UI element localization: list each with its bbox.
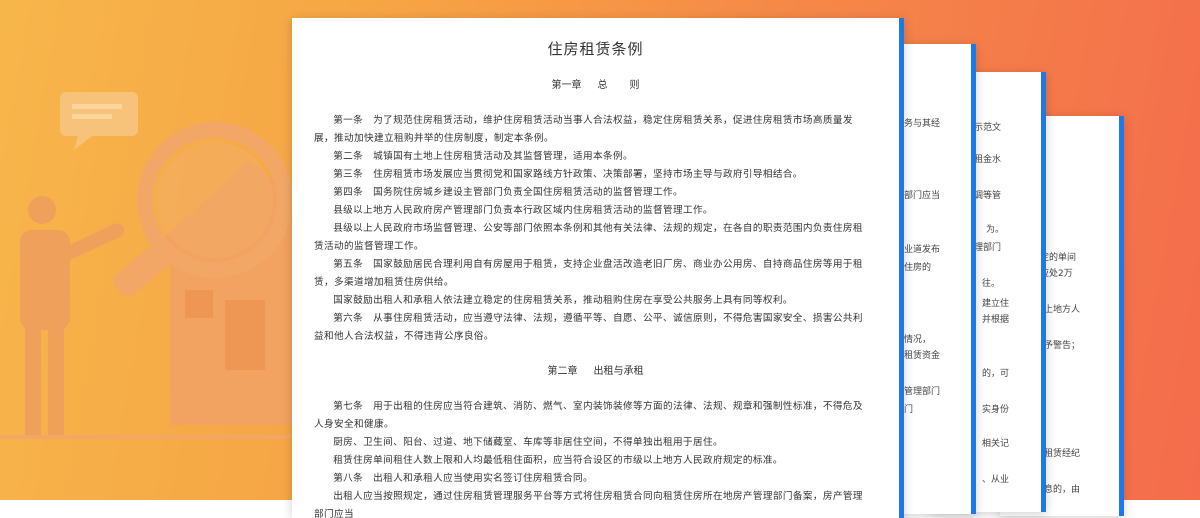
page-fragment: 为。 [986, 225, 1005, 235]
page-edge-accent [899, 18, 904, 518]
page-edge-accent [1041, 72, 1046, 512]
page-fragment: 理部门 [974, 243, 1002, 253]
page-fragment: 租金水 [974, 155, 1002, 165]
article-paragraph: 第四条 国务院住房城乡建设主管部门负责全国住房租赁活动的监督管理工作。 [333, 187, 683, 198]
page-fragment: 示范文 [974, 123, 1002, 133]
chapter-name: 出租与承租 [593, 366, 644, 377]
chapter-name: 则 [629, 80, 640, 91]
page-edge-accent [1119, 116, 1124, 516]
page-fragment: 调等管 [974, 191, 1002, 201]
article-paragraph: 第七条 用于出租的住房应当符合建筑、消防、燃气、室内装饰装修等方面的法律、法规、… [314, 401, 863, 430]
article-paragraph: 第三条 住房租赁市场发展应当贯彻党和国家路线方针政策、决策部署，坚持市场主导与政… [333, 169, 803, 180]
article-paragraph: 第五条 国家鼓励居民合理利用自有房屋用于租赁，支持企业盘活改造老旧厂房、商业办公… [314, 259, 863, 288]
article-paragraph: 国家鼓励出租人和承租人依法建立稳定的住房租赁关系，推动租购住房在享受公共服务上具… [333, 295, 793, 306]
page-fragment: 门 [904, 405, 914, 415]
page-fragment: 情况， [904, 335, 932, 345]
article-paragraph: 租赁住房单间租住人数上限和人均最低租住面积，应当符合设区的市级以上地方人民政府规… [333, 455, 783, 466]
page-fragment: 住房的 [904, 263, 932, 273]
page-fragment: 业道发布 [904, 245, 941, 255]
person-icon [20, 196, 125, 435]
chapter-name: 总 [597, 80, 608, 91]
page-fragment: 、从业 [982, 475, 1010, 485]
article-paragraph: 第二条 城镇国有土地上住房租赁活动及其监督管理，适用本条例。 [333, 151, 633, 162]
article-paragraph: 第八条 出租人和承租人应当使用实名签订住房租赁合同。 [333, 473, 594, 484]
document-page-main: 住房租赁条例 第一章 总 则 第一条 为了规范住房租赁活动，维护住房租赁活动当事人合… [292, 18, 904, 518]
page-fragment: 上地方人 [1044, 305, 1081, 315]
page-fragment: 实身份 [982, 405, 1010, 415]
page-fragment: 务与其经 [904, 119, 941, 129]
page-edge-accent [971, 44, 976, 514]
article-paragraph: 出租人应当按照规定，通过住房租赁管理服务平台等方式将住房租赁合同向租赁住房所在地… [314, 491, 863, 518]
page-fragment: 建立住 [982, 299, 1010, 309]
page-fragment: 并根据 [982, 315, 1010, 325]
chapter-label: 第二章 [547, 366, 578, 377]
article-paragraph: 厨房、卫生间、阳台、过道、地下储藏室、车库等非居住空间，不得单独出租用于居住。 [333, 437, 723, 448]
article-paragraph: 第六条 从事住房租赁活动，应当遵守法律、法规，遵循平等、自愿、公平、诚信原则，不… [314, 313, 863, 342]
page-fragment: 相关记 [982, 439, 1010, 449]
chapter-heading: 第一章 总 则 [292, 76, 899, 91]
page-fragment: 管理部门 [904, 387, 941, 397]
article-paragraph: 第一条 为了规范住房租赁活动，维护住房租赁活动当事人合法权益，稳定住房租赁关系，… [314, 115, 853, 144]
page-fragment: 予警告； [1044, 341, 1081, 351]
page-fragment: 息的，由 [1044, 485, 1081, 495]
article-paragraph: 县级以上人民政府市场监督管理、公安等部门依照本条例和其他有关法律、法规的规定，在… [314, 223, 863, 252]
page-fragment: 租赁经纪 [1044, 449, 1081, 459]
document-title: 住房租赁条例 [547, 40, 644, 58]
chapter-label: 第一章 [551, 80, 582, 91]
article-paragraph: 县级以上地方人民政府房产管理部门负责本行政区域内住房租赁活动的监督管理工作。 [333, 205, 713, 216]
page-fragment: 往。 [982, 279, 1001, 289]
chapter-heading: 第二章 出租与承租 [292, 362, 899, 377]
page-fragment: 租赁资金 [904, 351, 941, 361]
page-fragment: 的，可 [982, 369, 1010, 379]
page-fragment: 部门应当 [904, 191, 941, 201]
